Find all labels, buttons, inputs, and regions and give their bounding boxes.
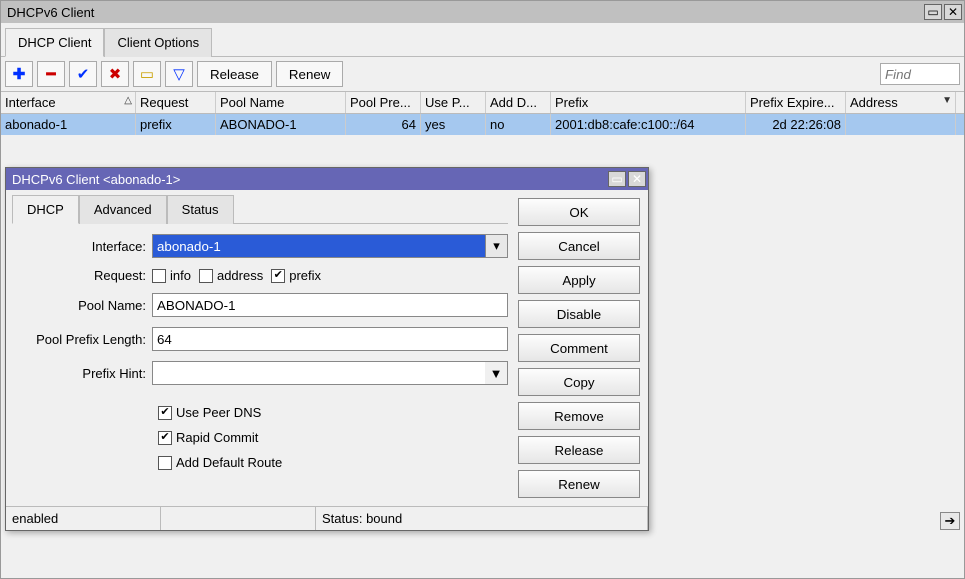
poolname-input[interactable] [152, 293, 508, 317]
apply-button[interactable]: Apply [518, 266, 640, 294]
prefixhint-input[interactable] [153, 362, 485, 384]
poolname-label: Pool Name: [12, 298, 152, 313]
close-icon[interactable]: ✕ [944, 4, 962, 20]
col-request[interactable]: Request [136, 92, 216, 113]
rapidcommit-label: Rapid Commit [176, 430, 258, 445]
dialog-statusbar: enabled Status: bound [6, 506, 648, 530]
interface-label: Interface: [12, 239, 152, 254]
scroll-right-icon[interactable]: ➔ [940, 512, 960, 530]
interface-input[interactable] [153, 235, 485, 257]
grid-body: abonado-1 prefix ABONADO-1 64 yes no 200… [1, 114, 964, 135]
filter-icon[interactable]: ▽ [165, 61, 193, 87]
request-info-checkbox[interactable] [152, 269, 166, 283]
adddefroute-label: Add Default Route [176, 455, 282, 470]
renew-button[interactable]: Renew [276, 61, 344, 87]
prefixhint-label: Prefix Hint: [12, 366, 152, 381]
cell-expire: 2d 22:26:08 [746, 114, 846, 135]
request-label: Request: [12, 268, 152, 283]
disable-button[interactable]: Disable [518, 300, 640, 328]
minimize-icon[interactable]: ▭ [924, 4, 942, 20]
col-prefix[interactable]: Prefix [551, 92, 746, 113]
ppl-input[interactable] [152, 327, 508, 351]
cell-adddef: no [486, 114, 551, 135]
find-input[interactable] [880, 63, 960, 85]
cell-pool: ABONADO-1 [216, 114, 346, 135]
prefixhint-combo[interactable]: ▼ [152, 361, 508, 385]
subtab-advanced[interactable]: Advanced [79, 195, 167, 224]
request-prefix-checkbox[interactable]: ✔ [271, 269, 285, 283]
dialog-renew-button[interactable]: Renew [518, 470, 640, 498]
adddefroute-checkbox[interactable] [158, 456, 172, 470]
sort-asc-icon: △ [124, 95, 132, 106]
tab-dhcp-client[interactable]: DHCP Client [5, 28, 104, 57]
client-dialog: DHCPv6 Client <abonado-1> ▭ ✕ DHCP Advan… [5, 167, 649, 531]
grid-header: Interface △ Request Pool Name Pool Pre..… [1, 92, 964, 114]
enable-icon[interactable]: ✔ [69, 61, 97, 87]
dropdown-icon: ▼ [942, 95, 952, 106]
main-toolbar: ✚ ━ ✔ ✖ ▭ ▽ Release Renew [1, 57, 964, 92]
remove-button[interactable]: Remove [518, 402, 640, 430]
ok-button[interactable]: OK [518, 198, 640, 226]
main-titlebar: DHCPv6 Client ▭ ✕ [1, 1, 964, 23]
cell-interface: abonado-1 [1, 114, 136, 135]
usepeerdns-label: Use Peer DNS [176, 405, 261, 420]
comment-button[interactable]: Comment [518, 334, 640, 362]
release-button[interactable]: Release [197, 61, 272, 87]
request-prefix-label: prefix [289, 268, 321, 283]
col-address[interactable]: Address ▼ [846, 92, 956, 113]
col-expire[interactable]: Prefix Expire... [746, 92, 846, 113]
chevron-down-icon[interactable]: ▼ [485, 362, 507, 384]
cell-request: prefix [136, 114, 216, 135]
cell-address [846, 114, 956, 135]
col-poolprefix[interactable]: Pool Pre... [346, 92, 421, 113]
subtab-status[interactable]: Status [167, 195, 234, 224]
tab-client-options[interactable]: Client Options [104, 28, 212, 57]
chevron-down-icon[interactable]: ▾ [485, 235, 507, 257]
col-usepeerdns[interactable]: Use P... [421, 92, 486, 113]
status-state: enabled [6, 507, 161, 530]
add-icon[interactable]: ✚ [5, 61, 33, 87]
dialog-release-button[interactable]: Release [518, 436, 640, 464]
main-tabs: DHCP Client Client Options [1, 23, 964, 57]
dialog-title-text: DHCPv6 Client <abonado-1> [12, 172, 180, 187]
status-mid [161, 507, 316, 530]
disable-icon[interactable]: ✖ [101, 61, 129, 87]
ppl-label: Pool Prefix Length: [12, 332, 152, 347]
request-address-label: address [217, 268, 263, 283]
col-interface[interactable]: Interface △ [1, 92, 136, 113]
cell-usepeer: yes [421, 114, 486, 135]
copy-button[interactable]: Copy [518, 368, 640, 396]
remove-icon[interactable]: ━ [37, 61, 65, 87]
dialog-titlebar: DHCPv6 Client <abonado-1> ▭ ✕ [6, 168, 648, 190]
dialog-close-icon[interactable]: ✕ [628, 171, 646, 187]
cell-poolpre: 64 [346, 114, 421, 135]
col-interface-label: Interface [5, 95, 56, 110]
col-address-label: Address [850, 95, 898, 110]
subtab-dhcp[interactable]: DHCP [12, 195, 79, 224]
request-address-checkbox[interactable] [199, 269, 213, 283]
main-window: DHCPv6 Client ▭ ✕ DHCP Client Client Opt… [0, 0, 965, 579]
dialog-minimize-icon[interactable]: ▭ [608, 171, 626, 187]
main-title-text: DHCPv6 Client [7, 5, 94, 20]
status-bound: Status: bound [316, 507, 648, 530]
request-info-label: info [170, 268, 191, 283]
cell-prefix: 2001:db8:cafe:c100::/64 [551, 114, 746, 135]
table-row[interactable]: abonado-1 prefix ABONADO-1 64 yes no 200… [1, 114, 964, 135]
dialog-subtabs: DHCP Advanced Status [12, 190, 508, 224]
interface-combo[interactable]: ▾ [152, 234, 508, 258]
usepeerdns-checkbox[interactable]: ✔ [158, 406, 172, 420]
cancel-button[interactable]: Cancel [518, 232, 640, 260]
comment-icon[interactable]: ▭ [133, 61, 161, 87]
rapidcommit-checkbox[interactable]: ✔ [158, 431, 172, 445]
col-poolname[interactable]: Pool Name [216, 92, 346, 113]
col-adddefault[interactable]: Add D... [486, 92, 551, 113]
